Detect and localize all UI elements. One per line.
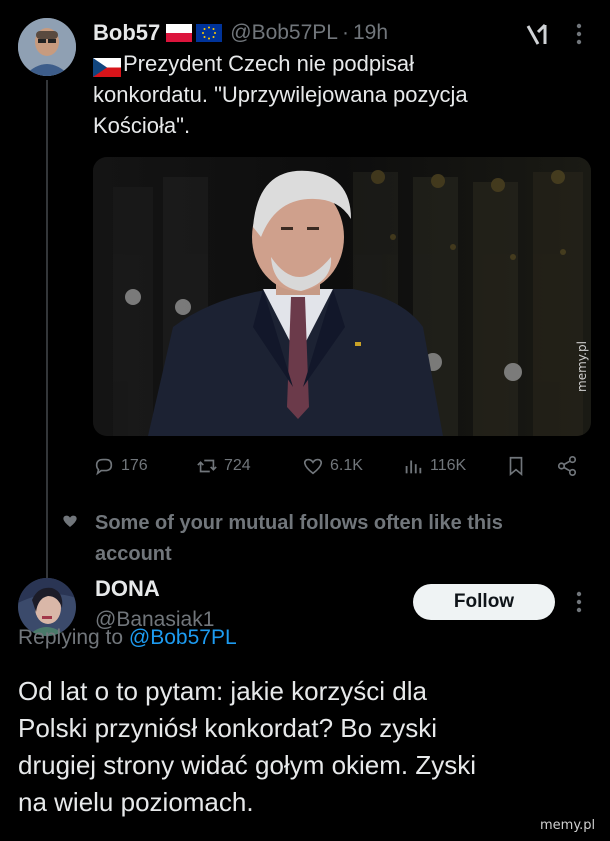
- share-icon[interactable]: [556, 455, 578, 477]
- side-watermark: memy.pl: [575, 341, 589, 392]
- reply-text-line: na wielu poziomach.: [18, 787, 254, 817]
- tweet-header: Bob57 @Bob57PL · 19h: [93, 18, 388, 48]
- replying-to-label: Replying to: [18, 626, 124, 649]
- replying-to: Replying to @Bob57PL: [18, 626, 237, 650]
- reply-action[interactable]: 176: [93, 455, 148, 477]
- author-name[interactable]: Bob57: [93, 20, 160, 46]
- reply-text-line: Od lat o to pytam: jakie korzyści dla: [18, 676, 427, 706]
- tweet-text-line-2: konkordatu. "Uprzywilejowana pozycja: [93, 82, 468, 107]
- grok-icon[interactable]: [524, 22, 550, 48]
- social-context: Some of your mutual follows often like t…: [95, 508, 503, 570]
- reply-text: Od lat o to pytam: jakie korzyści dla Po…: [18, 673, 588, 821]
- tweet-image[interactable]: [93, 157, 591, 436]
- bottom-watermark: memy.pl: [540, 818, 596, 833]
- author-avatar[interactable]: [18, 18, 76, 76]
- reply-count: 176: [121, 457, 148, 474]
- views-icon: [405, 460, 422, 474]
- reply-text-line: drugiej strony widać gołym okiem. Zyski: [18, 750, 477, 780]
- tweet-text: Prezydent Czech nie podpisał konkordatu.…: [93, 48, 573, 141]
- eu-flag-icon: [196, 24, 223, 42]
- social-context-line-1: Some of your mutual follows often like t…: [95, 512, 503, 534]
- reply-author-name[interactable]: DONA: [95, 576, 160, 602]
- tweet-text-line-3: Kościoła".: [93, 113, 191, 138]
- like-count: 6.1K: [330, 457, 363, 474]
- author-handle[interactable]: @Bob57PL: [230, 21, 338, 45]
- thread-line: [46, 80, 48, 578]
- timestamp[interactable]: 19h: [353, 21, 388, 45]
- like-action[interactable]: 6.1K: [302, 455, 363, 477]
- view-count: 116K: [430, 457, 467, 474]
- retweet-count: 724: [224, 457, 251, 474]
- reply-text-line: Polski przyniósł konkordat? Bo zyski: [18, 713, 438, 743]
- heart-icon: [62, 513, 78, 529]
- reply-more-icon[interactable]: [572, 588, 586, 616]
- retweet-icon: [197, 459, 217, 473]
- separator: ·: [341, 21, 349, 44]
- like-icon: [303, 458, 323, 475]
- social-context-line-2: account: [95, 543, 172, 565]
- more-icon[interactable]: [572, 20, 586, 48]
- czech-flag-icon: [93, 54, 121, 77]
- poland-flag-icon: [166, 24, 193, 42]
- replying-to-handle[interactable]: @Bob57PL: [129, 626, 237, 649]
- views-action[interactable]: 116K: [402, 455, 466, 477]
- bookmark-icon[interactable]: [505, 455, 527, 477]
- reply-icon: [95, 458, 113, 476]
- tweet-text-line-1: Prezydent Czech nie podpisał: [93, 48, 573, 79]
- follow-button[interactable]: Follow: [413, 584, 555, 620]
- retweet-action[interactable]: 724: [196, 455, 251, 477]
